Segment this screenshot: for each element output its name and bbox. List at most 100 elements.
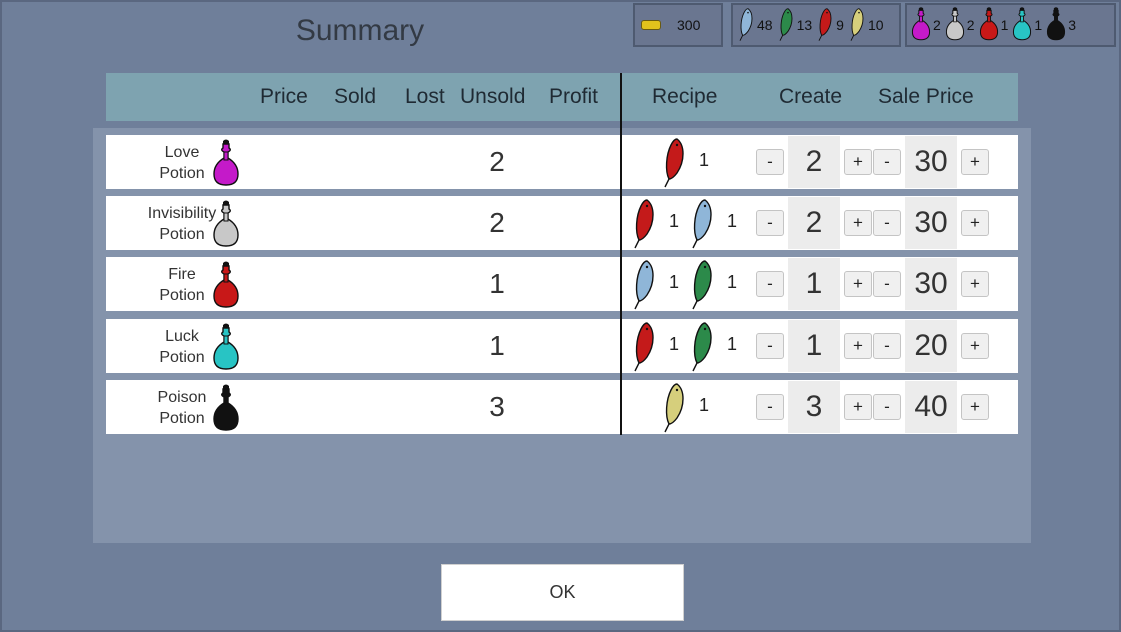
potion-count: 1 bbox=[1034, 17, 1043, 33]
herb-item: 13 bbox=[777, 6, 817, 45]
potion-bottle-icon bbox=[212, 322, 240, 372]
header-create: Create bbox=[779, 85, 843, 108]
potion-count: 2 bbox=[933, 17, 941, 33]
herb-count: 48 bbox=[757, 17, 773, 33]
ingredient-leaf-icon bbox=[631, 319, 657, 378]
ingredient-leaf-icon bbox=[661, 135, 687, 194]
invisibility-potion-icon bbox=[945, 6, 965, 45]
header-recipe: Recipe bbox=[652, 85, 718, 108]
ingredient-leaf-icon bbox=[661, 380, 687, 439]
herb-count: 10 bbox=[867, 17, 884, 33]
price-decrease-button[interactable]: - bbox=[873, 149, 901, 175]
create-value: 1 bbox=[788, 320, 840, 372]
unsold-value: 1 bbox=[489, 330, 505, 361]
header-unsold: Unsold bbox=[460, 85, 526, 108]
header-sold: Sold bbox=[334, 85, 377, 108]
herb-count: 13 bbox=[796, 17, 813, 33]
ingredient-count: 1 bbox=[669, 334, 680, 354]
create-value: 3 bbox=[788, 381, 840, 433]
ingredient-leaf-icon bbox=[631, 196, 657, 255]
potion-bottle-icon bbox=[212, 199, 240, 249]
potion-item: 2 bbox=[945, 6, 979, 45]
price-increase-button[interactable]: + bbox=[961, 271, 989, 297]
ingredient-count: 1 bbox=[699, 395, 710, 415]
header-sale-price: Sale Price bbox=[878, 85, 974, 108]
potion-bottle-icon bbox=[212, 383, 240, 433]
potion-bottle-icon bbox=[212, 260, 240, 310]
sale-price-value: 30 bbox=[905, 197, 957, 249]
header-lost: Lost bbox=[405, 85, 445, 108]
ingredient-count: 1 bbox=[669, 211, 680, 231]
recipe-cell: 11 bbox=[631, 319, 771, 373]
sale-price-value: 20 bbox=[905, 320, 957, 372]
price-increase-button[interactable]: + bbox=[961, 333, 989, 359]
create-increase-button[interactable]: + bbox=[844, 149, 872, 175]
table-row: Luck Potion 1 1 1-1 + -20 + bbox=[106, 319, 1018, 373]
potion-count: 1 bbox=[1000, 17, 1009, 33]
create-decrease-button[interactable]: - bbox=[756, 394, 784, 420]
herb-item: 9 bbox=[816, 6, 848, 45]
potion-item: 3 bbox=[1046, 6, 1080, 45]
ingredient-count: 1 bbox=[727, 334, 738, 354]
create-decrease-button[interactable]: - bbox=[756, 333, 784, 359]
unsold-value: 2 bbox=[489, 146, 505, 177]
create-value: 2 bbox=[788, 197, 840, 249]
potion-bottle-icon bbox=[212, 138, 240, 188]
create-increase-button[interactable]: + bbox=[844, 210, 872, 236]
create-increase-button[interactable]: + bbox=[844, 271, 872, 297]
ingredient-leaf-icon bbox=[689, 319, 715, 378]
create-decrease-button[interactable]: - bbox=[756, 210, 784, 236]
herb-item: 48 bbox=[737, 6, 777, 45]
create-increase-button[interactable]: + bbox=[844, 333, 872, 359]
gold-icon bbox=[641, 20, 661, 30]
create-increase-button[interactable]: + bbox=[844, 394, 872, 420]
herb-count: 9 bbox=[836, 17, 844, 33]
ingredient-count: 1 bbox=[669, 272, 680, 292]
luck-potion-icon bbox=[1012, 6, 1032, 45]
recipe-cell: 1 bbox=[631, 135, 771, 189]
recipe-cell: 1 bbox=[631, 380, 771, 434]
recipe-cell: 11 bbox=[631, 257, 771, 311]
potion-count: 2 bbox=[966, 17, 975, 33]
sale-price-value: 30 bbox=[905, 258, 957, 310]
recipe-cell: 11 bbox=[631, 196, 771, 250]
red-leaf-icon bbox=[816, 6, 834, 45]
herb-item: 10 bbox=[848, 6, 888, 45]
price-increase-button[interactable]: + bbox=[961, 394, 989, 420]
unsold-value: 2 bbox=[489, 207, 505, 238]
table-row: Invisibility Potion 2 1 1-2 + -30 + bbox=[106, 196, 1018, 250]
ingredient-leaf-icon bbox=[689, 257, 715, 316]
ok-button[interactable]: OK bbox=[441, 564, 684, 621]
price-decrease-button[interactable]: - bbox=[873, 271, 901, 297]
table-row: Love Potion 2 1-2 + -30 + bbox=[106, 135, 1018, 189]
potion-count: 3 bbox=[1068, 17, 1076, 33]
unsold-value: 3 bbox=[489, 391, 505, 422]
ingredient-count: 1 bbox=[699, 150, 710, 170]
price-decrease-button[interactable]: - bbox=[873, 333, 901, 359]
header-price: Price bbox=[260, 85, 308, 108]
potion-item: 1 bbox=[1012, 6, 1046, 45]
price-increase-button[interactable]: + bbox=[961, 210, 989, 236]
ingredient-leaf-icon bbox=[689, 196, 715, 255]
table-row: Fire Potion 1 1 1-1 + -30 + bbox=[106, 257, 1018, 311]
table-row: Poison Potion 3 1-3 + -40 + bbox=[106, 380, 1018, 434]
create-value: 1 bbox=[788, 258, 840, 310]
page-title: Summary bbox=[295, 14, 425, 47]
price-decrease-button[interactable]: - bbox=[873, 394, 901, 420]
create-decrease-button[interactable]: - bbox=[756, 271, 784, 297]
gold-counter: 300 bbox=[633, 3, 723, 47]
gold-amount: 300 bbox=[677, 17, 701, 33]
header-profit: Profit bbox=[549, 85, 599, 108]
price-decrease-button[interactable]: - bbox=[873, 210, 901, 236]
create-decrease-button[interactable]: - bbox=[756, 149, 784, 175]
price-increase-button[interactable]: + bbox=[961, 149, 989, 175]
ingredient-count: 1 bbox=[727, 211, 738, 231]
unsold-value: 1 bbox=[489, 268, 505, 299]
fire-potion-icon bbox=[979, 6, 999, 45]
create-value: 2 bbox=[788, 136, 840, 188]
poison-potion-icon bbox=[1046, 6, 1066, 45]
sale-price-value: 30 bbox=[905, 136, 957, 188]
potion-item: 1 bbox=[979, 6, 1013, 45]
table-header: Price Sold Lost Unsold Profit Recipe Cre… bbox=[106, 73, 1018, 121]
green-leaf-icon bbox=[777, 6, 795, 45]
